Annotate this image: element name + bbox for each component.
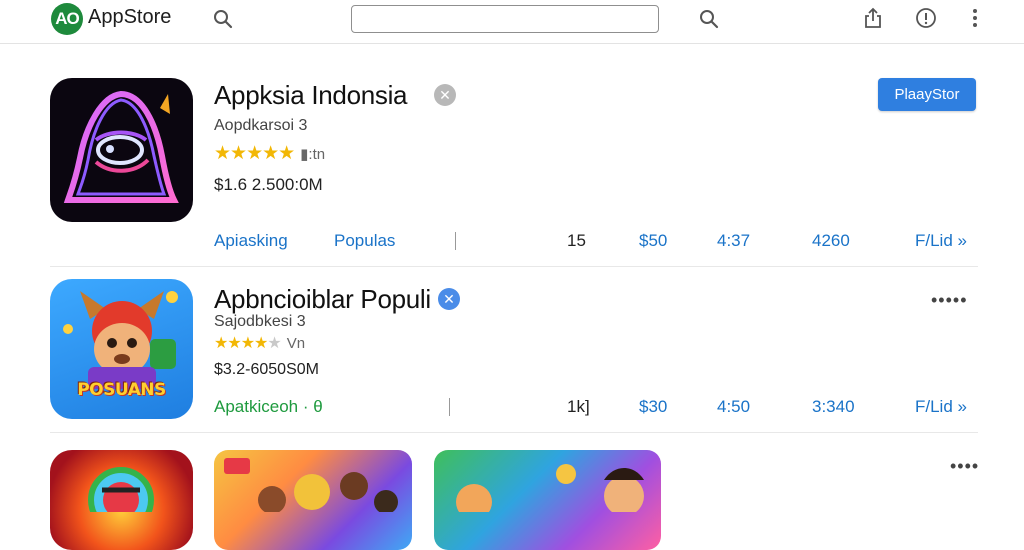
rating-suffix: ▮:tn	[300, 146, 326, 163]
search-icon[interactable]	[210, 6, 236, 32]
stat-full-link[interactable]: F/Lid »	[915, 231, 967, 251]
appstore-logo[interactable]: AO	[51, 3, 83, 35]
stat-downloads: 4260	[812, 231, 850, 250]
stat-price: $50	[639, 231, 668, 250]
play-store-button[interactable]: PlaayStor	[878, 78, 976, 111]
row-divider	[50, 266, 978, 267]
search-icon[interactable]	[696, 6, 722, 32]
more-vert-icon[interactable]	[962, 5, 988, 31]
stat-time: 4:37	[717, 231, 751, 250]
app-icon-2[interactable]: POSUANS	[50, 279, 193, 419]
stat-category[interactable]: Apiasking	[214, 231, 288, 251]
row-divider	[50, 432, 978, 433]
stat-downloads: 3:340	[812, 397, 855, 416]
divider	[455, 232, 456, 250]
app-icon-2-badge: POSUANS	[77, 380, 166, 400]
app-subtitle: Aopdkarsoi 3	[214, 117, 308, 134]
rating-suffix: Vn	[286, 335, 306, 352]
more-options-icon[interactable]: •••••	[931, 290, 968, 311]
stat-category[interactable]: Apatkiceoh · θ	[214, 397, 323, 417]
close-badge-icon[interactable]: ✕	[438, 288, 460, 310]
game-screenshot-1[interactable]	[214, 450, 412, 550]
stat-price: $30	[639, 397, 668, 416]
stat-count: 15	[567, 231, 586, 250]
app-title[interactable]: Appksia Indonsia	[214, 80, 408, 111]
rating-stars: ★★★★★ ▮:tn	[214, 142, 325, 165]
app-icon-1[interactable]	[50, 78, 193, 222]
info-icon[interactable]	[913, 5, 939, 31]
stat-count: 1k]	[567, 397, 590, 416]
search-input[interactable]	[351, 5, 659, 33]
app-title[interactable]: Apbncioiblar Populi	[214, 284, 434, 315]
star-icon: ★	[267, 335, 281, 352]
divider	[449, 398, 450, 416]
stat-popular[interactable]: Populas	[334, 231, 395, 251]
more-options-icon[interactable]: ••••	[950, 456, 979, 477]
game-screenshot-2[interactable]	[434, 450, 661, 550]
app-price: $3.2-6050S0M	[214, 361, 319, 378]
app-icon-3[interactable]	[50, 450, 193, 550]
stat-full-link[interactable]: F/Lid »	[915, 397, 967, 417]
close-badge-icon[interactable]: ✕	[434, 84, 456, 106]
top-bar: AO AppStore	[0, 0, 1024, 44]
app-price: $1.6 2.500:0M	[214, 175, 323, 194]
star-icon: ★★★★	[214, 335, 268, 352]
share-icon[interactable]	[860, 5, 886, 31]
rating-stars: ★★★★★ Vn	[214, 333, 305, 353]
brand-name[interactable]: AppStore	[88, 6, 171, 29]
stat-time: 4:50	[717, 397, 751, 416]
app-subtitle: Sajodbkesi 3	[214, 313, 306, 330]
star-icon: ★★★★★	[214, 143, 295, 164]
